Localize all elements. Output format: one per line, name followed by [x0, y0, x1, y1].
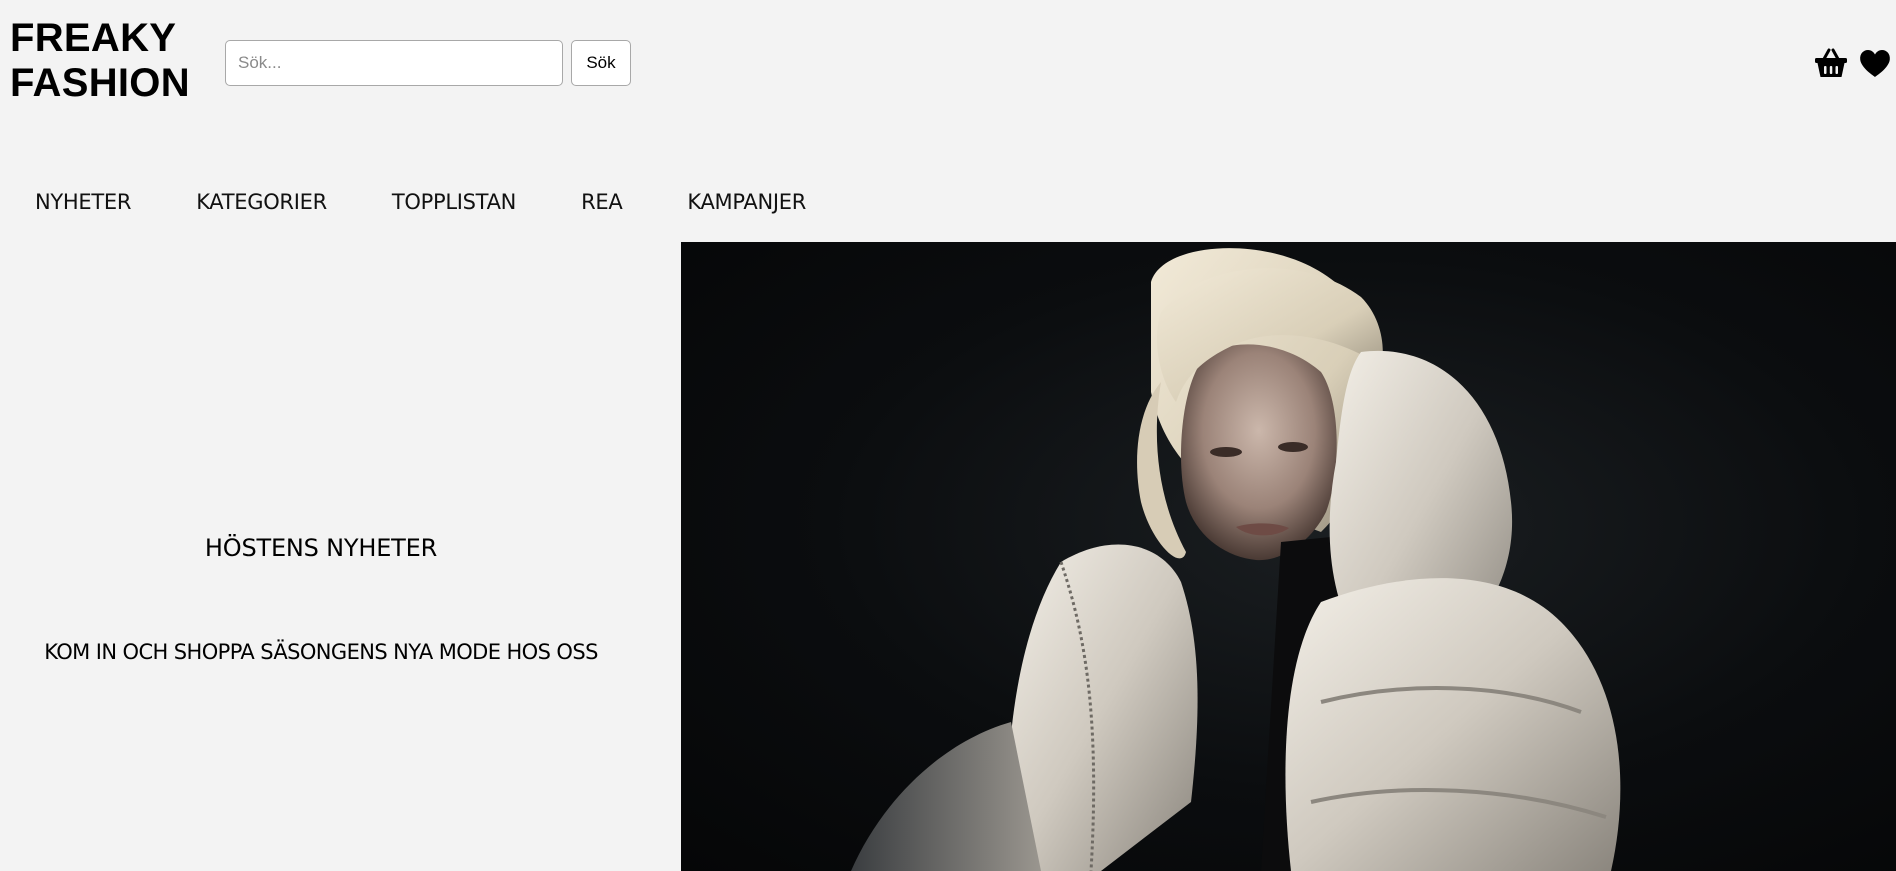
nav-item-nyheter[interactable]: NYHETER	[35, 190, 131, 214]
nav-item-kampanjer[interactable]: KAMPANJER	[687, 190, 806, 214]
logo-line-1: FREAKY	[10, 16, 177, 60]
search-button[interactable]: Sök	[571, 40, 631, 86]
main-nav: NYHETER KATEGORIER TOPPLISTAN REA KAMPAN…	[35, 190, 806, 214]
site-logo[interactable]: FREAKY FASHION	[10, 16, 190, 106]
nav-item-rea[interactable]: REA	[581, 190, 623, 214]
hero-image	[681, 242, 1896, 871]
hero-title: HÖSTENS NYHETER	[204, 534, 438, 562]
logo-line-2: FASHION	[10, 61, 190, 105]
header-icons	[1814, 46, 1892, 80]
hero-text: HÖSTENS NYHETER KOM IN OCH SHOPPA SÄSONG…	[0, 242, 642, 871]
heart-icon[interactable]	[1858, 46, 1892, 80]
search-form: Sök	[225, 40, 631, 86]
nav-item-kategorier[interactable]: KATEGORIER	[196, 190, 327, 214]
page: FREAKY FASHION Sök... Sök NYHETER KATEGO…	[0, 0, 1896, 871]
search-input[interactable]	[225, 40, 563, 86]
basket-icon[interactable]	[1814, 46, 1848, 80]
nav-item-topplistan[interactable]: TOPPLISTAN	[392, 190, 516, 214]
hero-subtitle: KOM IN OCH SHOPPA SÄSONGENS NYA MODE HOS…	[44, 640, 598, 664]
